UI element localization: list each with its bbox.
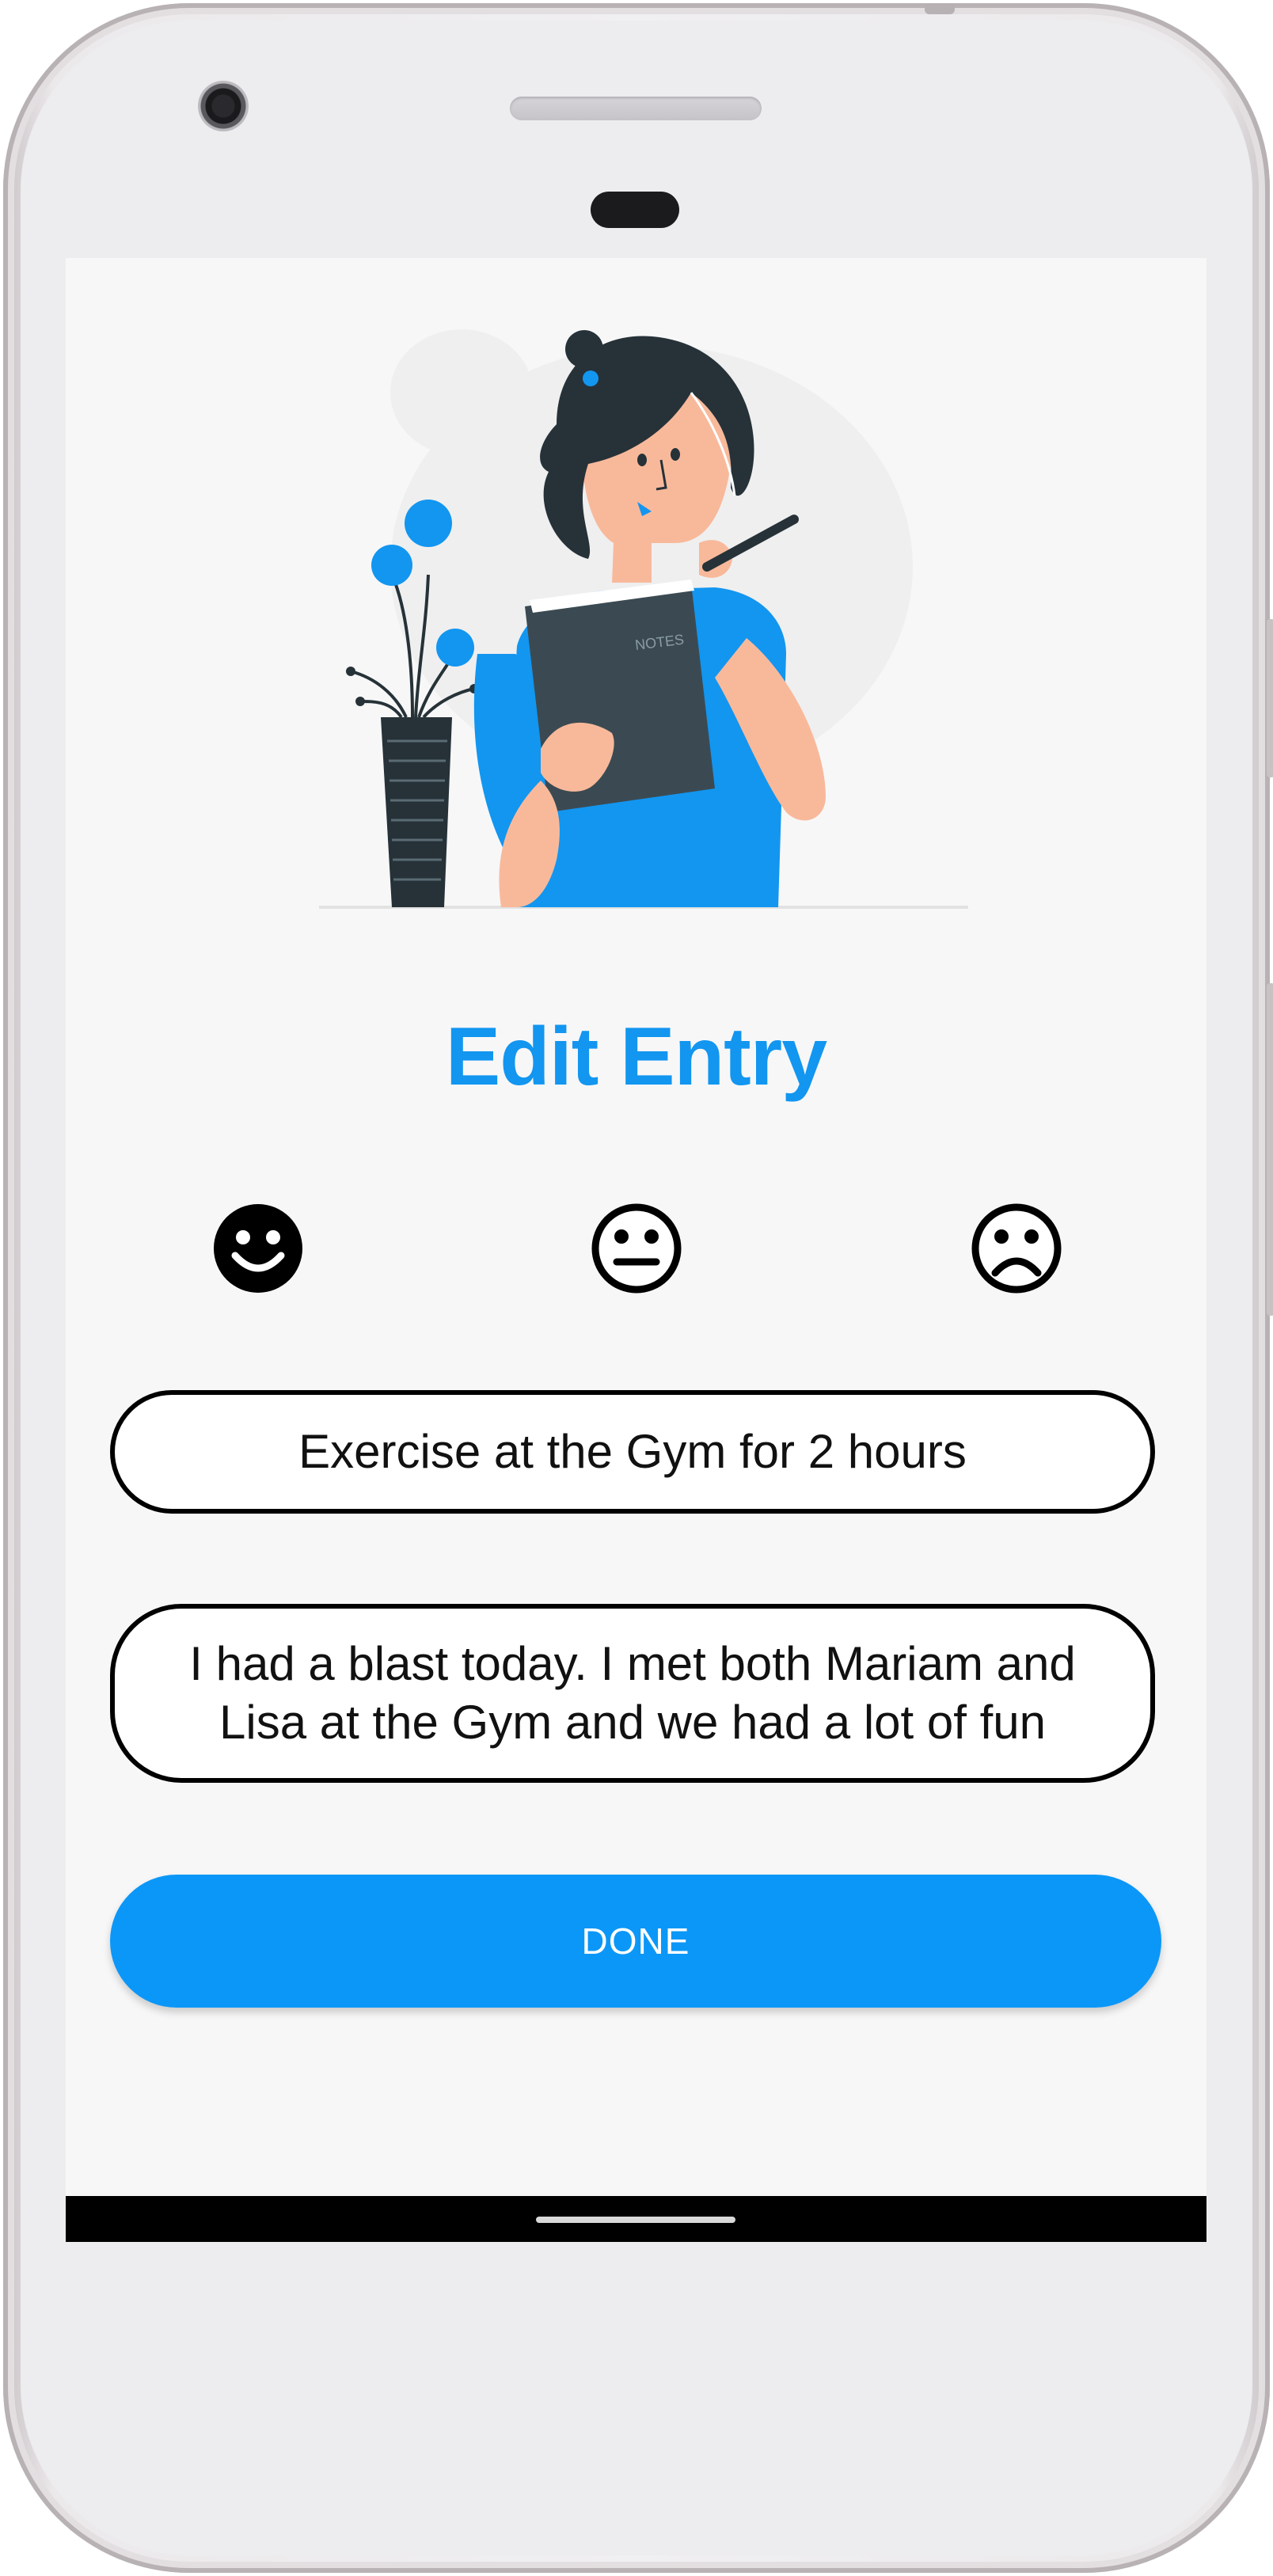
happy-face-icon — [214, 1204, 302, 1293]
sad-face-icon — [971, 1203, 1062, 1294]
app-screen: NOTES Edit Entry Exercise at the Gym for… — [66, 258, 1206, 2242]
entry-title-input[interactable]: Exercise at the Gym for 2 hours — [110, 1390, 1155, 1514]
power-button — [1267, 983, 1273, 1316]
page-title: Edit Entry — [445, 1011, 827, 1103]
woman-writing-notes-illustration: NOTES — [319, 329, 968, 909]
earpiece-speaker — [510, 97, 762, 120]
home-gesture-handle[interactable] — [536, 2217, 735, 2223]
mood-happy-button[interactable] — [211, 1202, 305, 1295]
neutral-face-icon — [591, 1203, 682, 1294]
volume-button — [1267, 619, 1273, 777]
entry-body-input[interactable]: I had a blast today. I met both Mariam a… — [110, 1604, 1155, 1783]
system-navigation-bar — [66, 2196, 1206, 2242]
done-button[interactable]: DONE — [110, 1875, 1161, 2008]
proximity-sensor — [591, 192, 679, 228]
phone-frame: NOTES Edit Entry Exercise at the Gym for… — [3, 3, 1273, 2573]
mood-neutral-button[interactable] — [590, 1202, 683, 1295]
front-camera-icon — [198, 81, 249, 131]
mood-sad-button[interactable] — [970, 1202, 1063, 1295]
phone-top-mark — [925, 3, 955, 14]
